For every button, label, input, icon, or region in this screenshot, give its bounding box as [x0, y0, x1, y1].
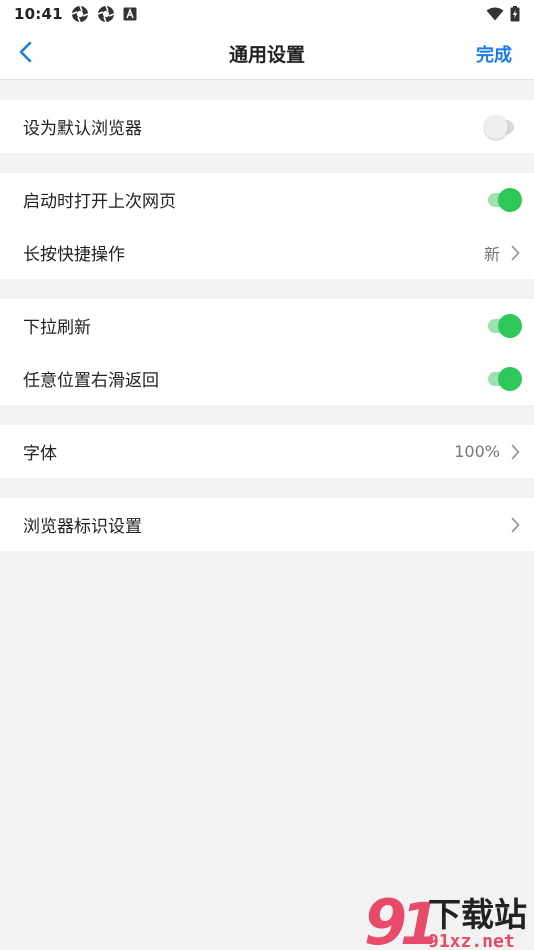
status-left: 10:41: [14, 5, 137, 23]
setting-row-swipe-back[interactable]: 任意位置右滑返回: [0, 352, 534, 405]
setting-label: 下拉刷新: [23, 318, 91, 338]
restore-last-page-toggle[interactable]: [484, 187, 522, 212]
status-right: [486, 6, 520, 22]
battery-charging-icon: [510, 6, 520, 22]
status-bar: 10:41: [0, 0, 534, 28]
toggle-knob: [484, 114, 508, 139]
default-browser-toggle[interactable]: [484, 114, 522, 139]
toggle-knob: [498, 187, 522, 212]
setting-row-long-press-actions[interactable]: 长按快捷操作 新: [0, 226, 534, 279]
status-time: 10:41: [14, 5, 63, 23]
svg-text:91xz.net: 91xz.net: [428, 931, 515, 950]
navigation-bar: 通用设置 完成: [0, 28, 534, 80]
setting-label: 设为默认浏览器: [23, 119, 142, 139]
aperture-icon: [97, 5, 115, 23]
chevron-right-icon: [508, 516, 522, 534]
row-right: 100%: [454, 442, 522, 461]
aperture-icon: [71, 5, 89, 23]
setting-label: 长按快捷操作: [23, 245, 125, 265]
setting-label: 启动时打开上次网页: [23, 192, 176, 212]
setting-label: 浏览器标识设置: [23, 517, 142, 537]
notification-a-icon: [123, 7, 137, 21]
setting-row-font[interactable]: 字体 100%: [0, 425, 534, 478]
setting-row-restore-last-page[interactable]: 启动时打开上次网页: [0, 173, 534, 226]
swipe-back-toggle[interactable]: [484, 366, 522, 391]
back-button[interactable]: [18, 34, 48, 74]
toggle-knob: [498, 366, 522, 391]
chevron-left-icon: [18, 41, 32, 67]
wifi-icon: [486, 7, 504, 21]
setting-row-pull-to-refresh[interactable]: 下拉刷新: [0, 299, 534, 352]
svg-text:下载站: 下载站: [428, 895, 527, 934]
page-title: 通用设置: [228, 44, 305, 66]
done-button[interactable]: 完成: [476, 41, 512, 67]
setting-row-default-browser[interactable]: 设为默认浏览器: [0, 100, 534, 153]
setting-row-user-agent[interactable]: 浏览器标识设置: [0, 498, 534, 551]
settings-group-gestures: 下拉刷新 任意位置右滑返回: [0, 299, 534, 405]
toggle-knob: [498, 313, 522, 338]
settings-group-startup: 启动时打开上次网页 长按快捷操作 新: [0, 173, 534, 279]
setting-label: 字体: [23, 444, 57, 464]
settings-group-font: 字体 100%: [0, 425, 534, 478]
watermark-logo: 9 1 下载站 91xz.net: [362, 886, 534, 950]
row-right: [508, 516, 522, 534]
row-right: 新: [484, 241, 522, 265]
settings-group-user-agent: 浏览器标识设置: [0, 498, 534, 551]
chevron-right-icon: [508, 244, 522, 262]
font-size-value: 100%: [454, 442, 500, 461]
settings-group-default-browser: 设为默认浏览器: [0, 100, 534, 153]
pull-to-refresh-toggle[interactable]: [484, 313, 522, 338]
new-badge: 新: [483, 244, 500, 264]
chevron-right-icon: [508, 443, 522, 461]
setting-label: 任意位置右滑返回: [23, 371, 159, 391]
